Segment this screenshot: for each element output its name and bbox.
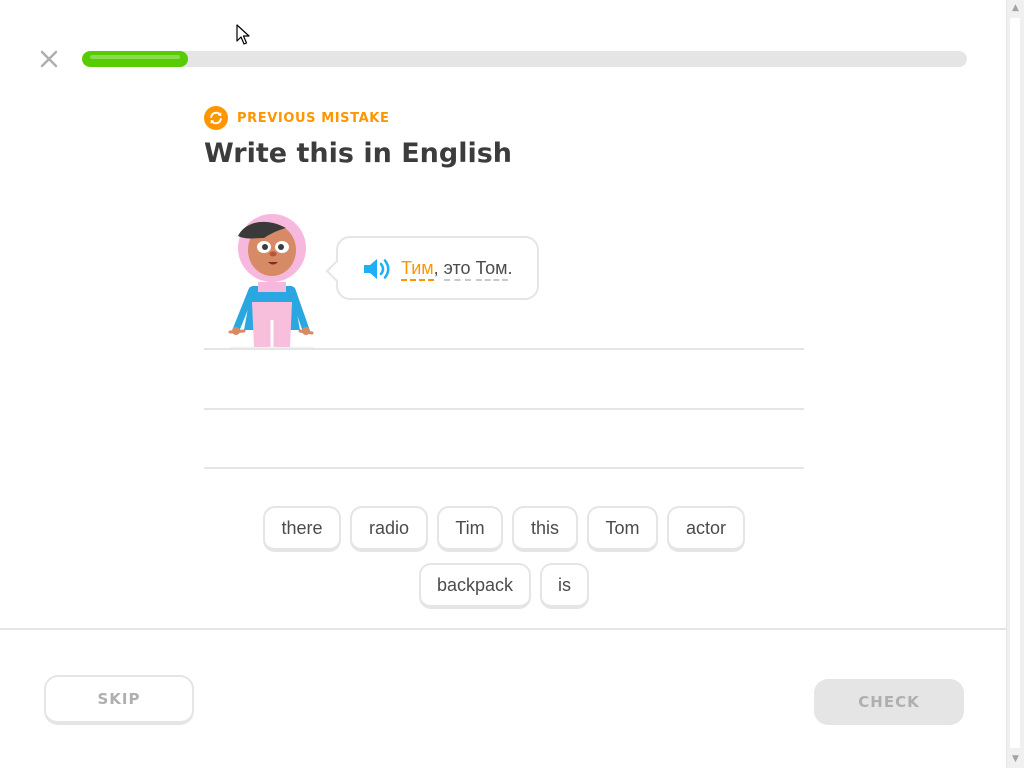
mouse-cursor-icon	[236, 24, 250, 45]
word-tile[interactable]: backpack	[419, 563, 531, 609]
close-button[interactable]	[36, 46, 62, 72]
word-tile[interactable]: is	[540, 563, 589, 609]
scroll-up-arrow-icon[interactable]: ▲	[1007, 0, 1024, 17]
word-tile[interactable]: this	[512, 506, 578, 552]
answer-line-3	[204, 467, 804, 469]
close-icon	[40, 50, 58, 68]
prompt-word-3[interactable]: Том	[475, 258, 508, 281]
progress-bar-fill	[82, 51, 189, 67]
vertical-scrollbar[interactable]: ▲ ▼	[1006, 0, 1024, 768]
previous-mistake-label: PREVIOUS MISTAKE	[237, 110, 390, 126]
prompt-word-highlighted[interactable]: Тим	[401, 258, 434, 281]
speaker-icon[interactable]	[362, 257, 392, 281]
word-bank-row-2: backpack is	[204, 563, 804, 609]
word-tile[interactable]: actor	[667, 506, 745, 552]
prompt-period: .	[507, 258, 513, 278]
word-tile[interactable]: Tom	[587, 506, 658, 552]
answer-line-2	[204, 408, 804, 410]
prompt-word-2[interactable]: это	[443, 258, 471, 281]
prompt-comma: ,	[433, 258, 439, 278]
word-bank-row-1: there radio Tim this Tom actor	[204, 506, 804, 552]
check-button[interactable]: CHECK	[814, 679, 964, 725]
refresh-icon	[204, 106, 228, 130]
footer-divider	[0, 628, 1007, 630]
scroll-down-arrow-icon[interactable]: ▼	[1007, 751, 1024, 768]
speech-bubble: Тим, это Том.	[325, 236, 539, 300]
word-bank: there radio Tim this Tom actor backpack …	[204, 506, 804, 620]
progress-bar-shine	[90, 55, 181, 59]
prompt-sentence: Тим, это Том.	[401, 258, 513, 281]
previous-mistake-tag: PREVIOUS MISTAKE	[204, 106, 389, 130]
scrollbar-thumb[interactable]	[1010, 18, 1020, 748]
character-illustration	[228, 214, 314, 350]
lesson-progress-bar	[82, 51, 967, 67]
skip-button[interactable]: SKIP	[44, 675, 194, 725]
speech-bubble-tail	[325, 259, 349, 283]
word-tile[interactable]: there	[263, 506, 341, 552]
answer-line-1	[204, 348, 804, 350]
word-tile[interactable]: Tim	[437, 506, 503, 552]
word-tile[interactable]: radio	[350, 506, 428, 552]
challenge-title: Write this in English	[204, 138, 513, 169]
